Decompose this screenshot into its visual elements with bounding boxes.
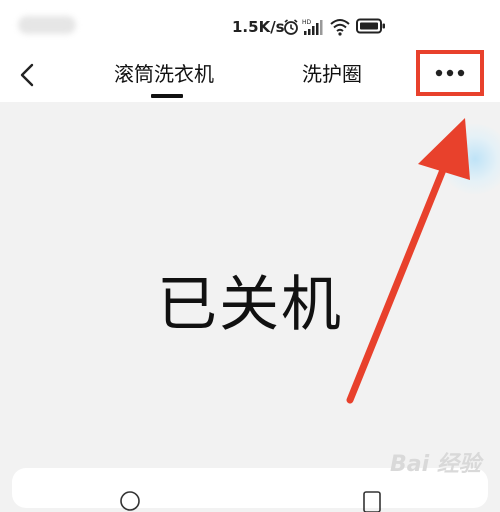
svg-text:HD: HD: [302, 19, 312, 26]
status-glow: [440, 124, 500, 194]
top-nav: 滚筒洗衣机 洗护圈: [0, 50, 500, 102]
status-bar: 1.5K/s HD: [0, 0, 500, 50]
power-icon[interactable]: [118, 488, 142, 512]
network-speed: 1.5K/s: [232, 18, 285, 36]
tab-drum-washer[interactable]: 滚筒洗衣机: [114, 58, 214, 87]
signal-icon: HD: [302, 19, 323, 35]
mode-icon[interactable]: [362, 488, 382, 512]
alarm-icon: [284, 19, 298, 35]
baidu-watermark: Bai 经验: [390, 452, 481, 477]
tab-care-circle[interactable]: 洗护圈: [302, 58, 362, 87]
battery-icon: [356, 18, 385, 34]
chevron-left-icon[interactable]: [14, 58, 42, 90]
power-status-text: 已关机: [157, 270, 343, 340]
wifi-icon: [330, 19, 350, 36]
blurred-clock: [18, 16, 76, 34]
device-panel: 已关机: [0, 102, 500, 500]
more-button-highlight[interactable]: [416, 50, 484, 96]
more-dots-icon[interactable]: [420, 54, 480, 92]
active-tab-indicator: [151, 94, 183, 98]
